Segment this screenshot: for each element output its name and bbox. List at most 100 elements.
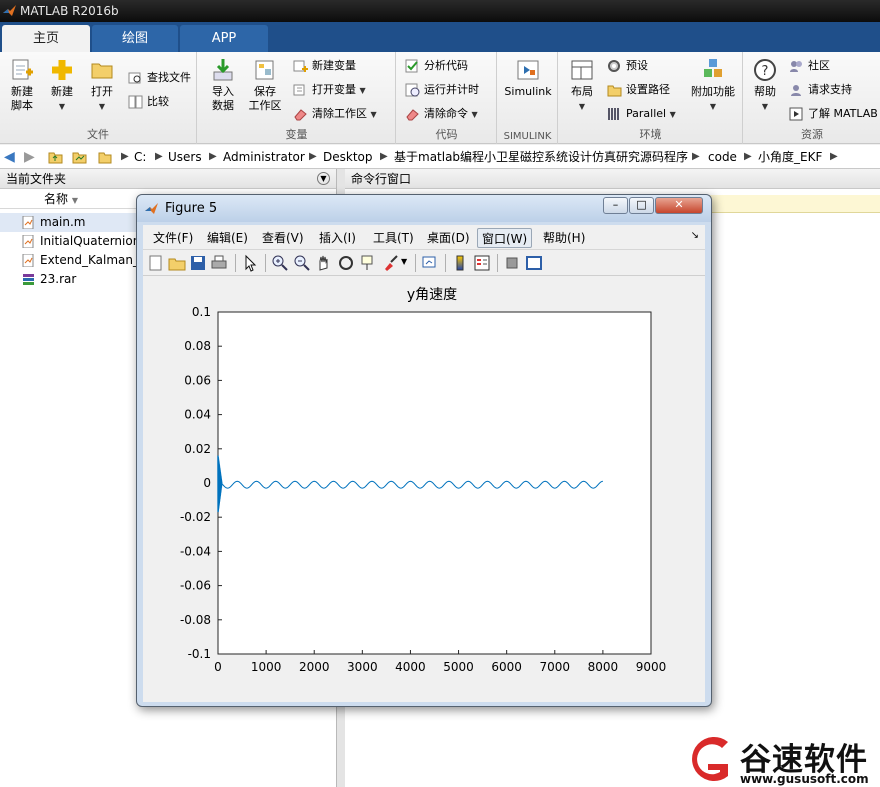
find-files-button[interactable]: 查找文件 [128, 68, 191, 88]
print-icon[interactable] [210, 254, 228, 272]
open-file-icon[interactable] [168, 254, 186, 272]
toolbar-separator [415, 254, 416, 272]
import-icon [213, 59, 233, 81]
open-label: 打开 [91, 85, 113, 98]
legend-icon[interactable] [473, 254, 491, 272]
file-name: main.m [40, 215, 86, 229]
x-tick-label: 9000 [636, 660, 667, 674]
pointer-icon[interactable] [241, 254, 259, 272]
run-and-time-button[interactable]: 运行并计时 [405, 80, 479, 100]
brush-icon[interactable] [381, 254, 399, 272]
open-variable-button[interactable]: 打开变量 ▼ [293, 80, 366, 100]
rotate-3d-icon[interactable] [337, 254, 355, 272]
find-files-label: 查找文件 [147, 71, 191, 84]
minimize-button[interactable]: – [603, 197, 628, 214]
open-button[interactable]: 打开 ▼ [81, 56, 123, 114]
pane-options-icon[interactable]: ▼ [317, 172, 330, 185]
link-plot-icon[interactable] [421, 254, 439, 272]
zoom-out-icon[interactable] [293, 254, 311, 272]
learn-matlab-button[interactable]: 了解 MATLAB [789, 104, 878, 124]
ribbon-group-simulink: Simulink SIMULINK [498, 52, 558, 144]
path-separator: ▶ [692, 151, 700, 162]
toolbar-separator [235, 254, 236, 272]
current-folder-title: 当前文件夹 [6, 172, 67, 186]
layout-button[interactable]: 布局 ▼ [561, 56, 603, 114]
show-plot-tools-icon[interactable] [525, 254, 543, 272]
preferences-button[interactable]: 预设 [607, 56, 648, 76]
path-segment[interactable]: Desktop [323, 145, 373, 169]
clear-commands-button[interactable]: 清除命令 ▼ [405, 104, 478, 124]
current-folder-header: 当前文件夹 ▼ [0, 169, 336, 189]
new-variable-button[interactable]: 新建变量 [293, 56, 356, 76]
matlab-logo-icon [3, 5, 16, 16]
pan-hand-icon[interactable] [315, 254, 333, 272]
back-arrow-icon[interactable]: ◀ [4, 145, 15, 169]
set-path-button[interactable]: 设置路径 [607, 80, 670, 100]
analyze-code-button[interactable]: 分析代码 [405, 56, 468, 76]
x-tick-label: 8000 [588, 660, 619, 674]
data-cursor-icon[interactable] [359, 254, 377, 272]
menu-tools[interactable]: 工具(T) [369, 228, 418, 248]
community-button[interactable]: 社区 [789, 56, 830, 76]
help-button[interactable]: ? 帮助 ▼ [744, 56, 786, 114]
simulink-button[interactable]: Simulink [502, 56, 554, 99]
menu-desktop[interactable]: 桌面(D) [423, 228, 474, 248]
menu-help[interactable]: 帮助(H) [539, 228, 589, 248]
y-tick-label: 0.08 [184, 339, 211, 353]
parallel-label: Parallel [626, 107, 667, 120]
save-icon[interactable] [189, 254, 207, 272]
app-title-bar: MATLAB R2016b [0, 0, 880, 22]
tab-home[interactable]: 主页 [2, 25, 90, 52]
up-folder-icon[interactable] [48, 150, 63, 164]
group-label-code: 代码 [435, 128, 458, 141]
import-label: 导入 数据 [212, 85, 234, 112]
path-segment[interactable]: 小角度_EKF [758, 145, 822, 169]
path-segment[interactable]: C: [134, 145, 146, 169]
figure-title: Figure 5 [165, 201, 218, 216]
new-button[interactable]: 新建 ▼ [41, 56, 83, 114]
addons-button[interactable]: 附加功能 ▼ [687, 56, 739, 114]
axes-box [217, 311, 652, 655]
menu-edit[interactable]: 编辑(E) [203, 228, 252, 248]
path-segment[interactable]: Administrator [223, 145, 305, 169]
forward-arrow-icon[interactable]: ▶ [24, 145, 35, 169]
import-data-button[interactable]: 导入 数据 [202, 56, 244, 113]
new-script-button[interactable]: 新建 脚本 [1, 56, 43, 113]
zoom-in-icon[interactable] [271, 254, 289, 272]
new-figure-icon[interactable] [147, 254, 165, 272]
menu-view[interactable]: 查看(V) [258, 228, 308, 248]
tab-apps[interactable]: APP [180, 25, 268, 52]
menu-file[interactable]: 文件(F) [149, 228, 197, 248]
clear-workspace-button[interactable]: 清除工作区 ▼ [293, 104, 377, 124]
menu-window[interactable]: 窗口(W) [477, 228, 533, 248]
brush-dropdown-icon[interactable]: ▼ [401, 257, 407, 266]
parallel-button[interactable]: Parallel ▼ [607, 104, 676, 124]
save-workspace-button[interactable]: 保存 工作区 [244, 56, 286, 113]
browse-folder-icon[interactable] [72, 150, 87, 164]
ribbon-tab-bar: 主页 绘图 APP [0, 22, 880, 52]
close-button[interactable]: ✕ [655, 197, 703, 214]
rar-icon [23, 274, 34, 285]
menu-overflow-icon[interactable]: ↘ [691, 230, 699, 241]
x-tick-label: 5000 [443, 660, 474, 674]
tab-plots[interactable]: 绘图 [92, 25, 178, 52]
column-name-label: 名称 [44, 192, 69, 206]
set-path-label: 设置路径 [626, 83, 670, 96]
path-segment[interactable]: code [708, 145, 737, 169]
path-segment[interactable]: 基于matlab编程小卫星磁控系统设计仿真研究源码程序 [394, 145, 688, 169]
path-separator: ▶ [380, 151, 388, 162]
maximize-button[interactable]: □ [629, 197, 654, 214]
path-segment[interactable]: Users [168, 145, 202, 169]
gear-icon [608, 60, 620, 72]
request-support-button[interactable]: 请求支持 [789, 80, 852, 100]
menu-insert[interactable]: 插入(I) [315, 228, 360, 248]
plot-svg[interactable]: y角速度 0 1000 2000 3000 4000 5000 6000 7000 8000 90… [143, 276, 705, 702]
y-tick-label: -0.06 [180, 579, 211, 593]
toolbar-separator [445, 254, 446, 272]
open-variable-icon [293, 84, 305, 96]
colorbar-icon[interactable] [451, 254, 469, 272]
compare-button[interactable]: 比较 [128, 92, 169, 112]
hide-plot-tools-icon[interactable] [503, 254, 521, 272]
figure-title-bar[interactable]: Figure 5 – □ ✕ [137, 195, 711, 222]
file-name: 23.rar [40, 272, 77, 286]
